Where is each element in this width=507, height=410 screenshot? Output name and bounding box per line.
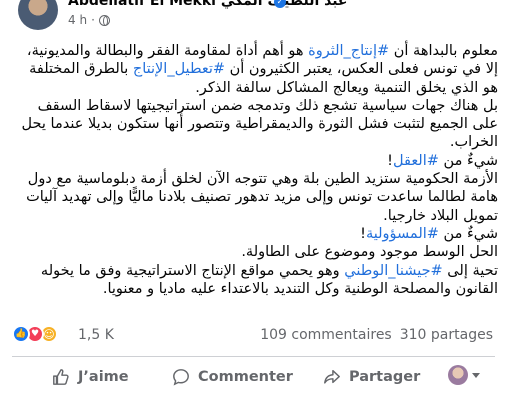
reaction-icons[interactable]: 👍 ♥ ☺	[12, 325, 58, 343]
paragraph-7: تحية إلى #جيشنا_الوطني وهو يحمي مواقع ال…	[12, 262, 498, 299]
share-arrow-icon	[324, 369, 340, 384]
comments-count[interactable]: 109 commentaires	[260, 327, 392, 343]
p3-text: شيءٌ من	[438, 152, 498, 169]
hashtag-link[interactable]: #جيشنا_الوطني	[344, 263, 442, 279]
chevron-down-icon	[472, 372, 480, 378]
thumbs-up-icon	[53, 369, 69, 385]
share-label: Partager	[349, 369, 421, 385]
paragraph-5: شيءٌ من #المسؤولية!	[12, 225, 498, 243]
hashtag-link[interactable]: #المسؤولية	[366, 226, 439, 242]
p1-text-a: معلوم بالبداهة أن	[389, 43, 498, 59]
shares-count[interactable]: 310 partages	[400, 327, 493, 343]
p7-text-a: تحية إلى	[442, 262, 498, 279]
like-icon: 👍	[12, 325, 30, 343]
engagement-stats: 👍 ♥ ☺ 1,5 K 109 commentaires 310 partage…	[0, 322, 507, 348]
user-avatar	[448, 365, 468, 385]
paragraph-4: الأزمة الحكومية ستزيد الطين بلة وهي تتوج…	[26, 171, 498, 224]
like-button[interactable]: J’aime	[52, 368, 129, 386]
hashtag-link[interactable]: #العقل	[393, 153, 439, 169]
meta-separator: ·	[91, 13, 95, 27]
post-time[interactable]: 4 h	[68, 13, 87, 27]
paragraph-2: بل هناك جهات سياسية تشجع ذلك وتدمجه ضمن …	[21, 97, 498, 151]
author-avatar[interactable]	[18, 0, 58, 30]
post-text: معلوم بالبداهة أن #إنتاج_الثروة هو أهم أ…	[12, 42, 498, 298]
hashtag-link[interactable]: #تعطيل_الإنتاج	[133, 61, 225, 77]
divider	[12, 356, 495, 357]
comment-label: Commenter	[198, 369, 293, 385]
hashtag-link[interactable]: #إنتاج_الثروة	[308, 43, 389, 59]
paragraph-6: الحل الوسط موجود وموضوع على الطاولة.	[241, 244, 498, 261]
globe-icon[interactable]	[98, 14, 110, 26]
comment-bubble-icon	[173, 369, 189, 386]
comment-share-counts: 109 commentaires 310 partages	[260, 327, 493, 343]
paragraph-3: شيءٌ من #العقل!	[12, 152, 498, 170]
share-button[interactable]: Partager	[323, 368, 420, 386]
p5-text: شيءٌ من	[438, 225, 498, 242]
post-meta: 4 h ·	[68, 13, 110, 27]
comment-button[interactable]: Commenter	[172, 368, 293, 386]
reactions-count[interactable]: 1,5 K	[78, 327, 114, 343]
paragraph-1: معلوم بالبداهة أن #إنتاج_الثروة هو أهم أ…	[12, 42, 498, 97]
post-header: Abdellatif El Mekki عبد اللطيف المكي ✓ 4…	[0, 0, 507, 40]
action-bar: J’aime Commenter Partager	[0, 360, 507, 396]
react-as-selector[interactable]	[448, 365, 480, 385]
like-label: J’aime	[78, 369, 129, 385]
author-name[interactable]: Abdellatif El Mekki عبد اللطيف المكي	[68, 0, 348, 9]
